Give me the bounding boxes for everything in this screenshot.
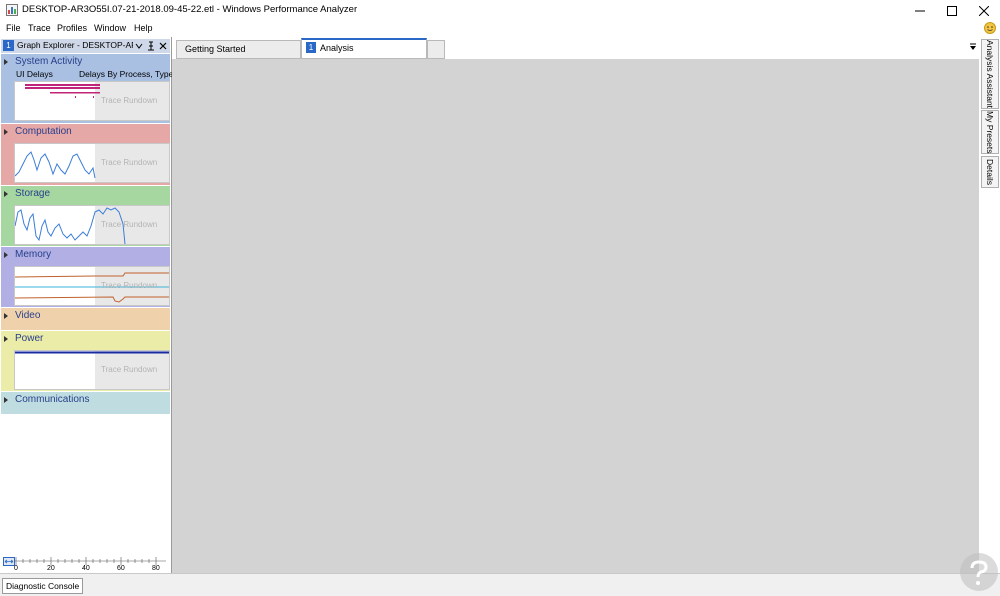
category-name: System Activity	[15, 56, 83, 67]
category-communications[interactable]: Communications	[1, 392, 170, 414]
graph-thumbnail-memory[interactable]: Trace Rundown	[14, 266, 170, 306]
ruler-tick-label: 0	[14, 565, 18, 572]
category-memory[interactable]: Memory Trace Rundown	[1, 247, 170, 307]
category-computation[interactable]: Computation Trace Rundown	[1, 124, 170, 185]
vtab-details[interactable]: Details	[981, 156, 999, 188]
vtab-label: My Presets	[985, 110, 995, 154]
graph-explorer-header: 1 Graph Explorer - DESKTOP-AR...	[1, 39, 170, 53]
expand-triangle-icon[interactable]	[4, 252, 8, 258]
category-name: Video	[15, 310, 41, 321]
graph-explorer-panel: 1 Graph Explorer - DESKTOP-AR... System …	[0, 37, 174, 573]
graph-label-delays-by-process: Delays By Process, Type	[79, 69, 174, 79]
category-power[interactable]: Power Trace Rundown	[1, 331, 170, 391]
app-icon	[6, 4, 18, 16]
vtab-label: Analysis Assistant	[985, 39, 995, 109]
trace-rundown-label: Trace Rundown	[101, 281, 158, 290]
expand-triangle-icon[interactable]	[4, 313, 8, 319]
category-name: Communications	[15, 394, 90, 405]
menu-file[interactable]: File	[6, 23, 21, 33]
tab-label: Analysis	[320, 43, 354, 53]
minimize-button[interactable]	[904, 0, 936, 21]
category-video[interactable]: Video	[1, 308, 170, 330]
ruler-tick-label: 60	[117, 565, 125, 572]
smiley-feedback-icon[interactable]	[984, 22, 996, 34]
trace-rundown-label: Trace Rundown	[101, 220, 158, 229]
tab-number-badge: 1	[306, 42, 316, 53]
maximize-button[interactable]	[936, 0, 968, 21]
analysis-workspace[interactable]	[172, 59, 979, 573]
analysis-tab-bar: Getting Started 1 Analysis	[172, 37, 979, 59]
ruler-tick-label: 80	[152, 565, 160, 572]
pin-icon[interactable]	[147, 41, 155, 51]
ruler-ticks	[14, 557, 166, 565]
graph-label-ui-delays: UI Delays	[16, 69, 53, 79]
tab-getting-started[interactable]: Getting Started	[176, 40, 301, 59]
tab-label: Getting Started	[185, 44, 246, 54]
expand-triangle-icon[interactable]	[4, 397, 8, 403]
window-title: DESKTOP-AR3O55I.07-21-2018.09-45-22.etl …	[22, 4, 358, 15]
ruler-tick-label: 20	[47, 565, 55, 572]
minimize-icon	[915, 10, 925, 11]
close-icon	[979, 5, 989, 16]
menu-help[interactable]: Help	[134, 23, 153, 33]
menu-profiles[interactable]: Profiles	[57, 23, 87, 33]
graph-thumbnail-ui-delays[interactable]: Trace Rundown	[14, 81, 170, 121]
expand-triangle-icon[interactable]	[4, 59, 8, 65]
title-bar: DESKTOP-AR3O55I.07-21-2018.09-45-22.etl …	[0, 0, 1000, 22]
trace-rundown-label: Trace Rundown	[101, 96, 158, 105]
vtab-label: Details	[985, 159, 995, 185]
close-button[interactable]	[968, 0, 1000, 21]
category-name: Power	[15, 333, 44, 344]
graph-explorer-title: Graph Explorer - DESKTOP-AR...	[17, 40, 133, 50]
time-ruler[interactable]: 0 20 40 60 80	[0, 555, 171, 573]
expand-triangle-icon[interactable]	[4, 336, 8, 342]
vtab-analysis-assistant[interactable]: Analysis Assistant	[981, 39, 999, 109]
menu-window[interactable]: Window	[94, 23, 126, 33]
expand-triangle-icon[interactable]	[4, 191, 8, 197]
category-name: Memory	[15, 249, 52, 260]
ruler-tick-label: 40	[82, 565, 90, 572]
tab-analysis[interactable]: 1 Analysis	[301, 38, 427, 59]
new-tab-button[interactable]	[427, 40, 445, 59]
trace-rundown-label: Trace Rundown	[101, 158, 158, 167]
category-system-activity[interactable]: System Activity UI Delays Delays By Proc…	[1, 54, 174, 123]
status-bar: Diagnostic Console	[0, 553, 1000, 596]
vtab-my-presets[interactable]: My Presets	[981, 110, 999, 154]
maximize-icon	[947, 5, 957, 16]
graph-thumbnail-storage[interactable]: Trace Rundown	[14, 205, 170, 245]
category-storage[interactable]: Storage Trace Rundown	[1, 186, 170, 246]
chevron-down-icon[interactable]	[135, 42, 143, 50]
menu-bar: File Trace Profiles Window Help	[0, 21, 1000, 36]
watermark-logo-icon	[960, 553, 998, 591]
category-name: Storage	[15, 188, 51, 199]
close-icon[interactable]	[159, 42, 167, 50]
tab-overflow-icon[interactable]	[969, 43, 977, 51]
diagnostic-console-button[interactable]: Diagnostic Console	[2, 578, 84, 594]
panel-number-badge: 1	[3, 40, 14, 51]
menu-trace[interactable]: Trace	[28, 23, 51, 33]
graph-thumbnail-computation[interactable]: Trace Rundown	[14, 143, 170, 183]
category-name: Computation	[15, 126, 72, 137]
trace-rundown-label: Trace Rundown	[101, 365, 158, 374]
graph-thumbnail-power[interactable]: Trace Rundown	[14, 350, 170, 390]
expand-triangle-icon[interactable]	[4, 129, 8, 135]
